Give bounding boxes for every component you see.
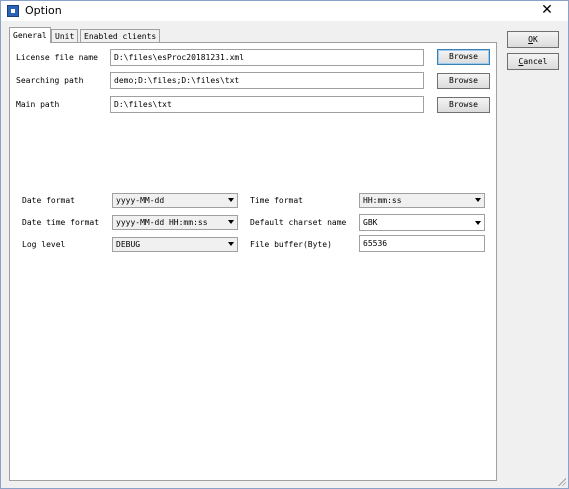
date-format-label: Date format <box>22 196 75 205</box>
title-bar: Option ✕ <box>1 1 568 21</box>
datetime-format-label: Date time format <box>22 218 100 227</box>
searching-path-input[interactable]: demo;D:\files;D:\files\txt <box>110 72 424 89</box>
time-format-value: HH:mm:ss <box>363 196 402 205</box>
date-format-value: yyyy-MM-dd <box>116 196 165 205</box>
chevron-down-icon <box>228 198 234 202</box>
log-level-label: Log level <box>22 240 66 249</box>
chevron-down-icon <box>228 220 234 224</box>
log-level-value: DEBUG <box>116 240 141 249</box>
time-format-label: Time format <box>250 196 303 205</box>
resize-grip[interactable] <box>556 476 566 486</box>
charset-value: GBK <box>363 218 378 227</box>
time-format-select[interactable]: HH:mm:ss <box>359 193 485 208</box>
chevron-down-icon <box>475 198 481 202</box>
close-icon[interactable]: ✕ <box>537 1 557 19</box>
ok-button[interactable]: OK <box>507 31 559 48</box>
main-browse-button[interactable]: Browse <box>437 97 490 113</box>
license-file-input[interactable]: D:\files\esProc20181231.xml <box>110 49 424 66</box>
file-buffer-label: File buffer(Byte) <box>250 240 332 249</box>
charset-label: Default charset name <box>250 218 347 227</box>
tab-unit[interactable]: Unit <box>51 29 79 43</box>
main-path-input[interactable]: D:\files\txt <box>110 96 424 113</box>
license-browse-button[interactable]: Browse <box>437 49 490 65</box>
cancel-button[interactable]: Cancel <box>507 53 559 70</box>
main-path-label: Main path <box>16 100 60 109</box>
tab-enabled-clients[interactable]: Enabled clients <box>80 29 161 43</box>
log-level-select[interactable]: DEBUG <box>112 237 238 252</box>
license-file-label: License file name <box>16 53 98 62</box>
charset-select[interactable]: GBK <box>359 214 485 231</box>
searching-path-label: Searching path <box>16 76 84 85</box>
date-format-select[interactable]: yyyy-MM-dd <box>112 193 238 208</box>
tab-general[interactable]: General <box>9 27 51 43</box>
chevron-down-icon <box>475 221 481 225</box>
chevron-down-icon <box>228 242 234 246</box>
window-title: Option <box>25 4 62 17</box>
searching-browse-button[interactable]: Browse <box>437 73 490 89</box>
datetime-format-select[interactable]: yyyy-MM-dd HH:mm:ss <box>112 215 238 230</box>
option-dialog: Option ✕ General Unit Enabled clients Li… <box>0 0 569 489</box>
general-panel: License file name D:\files\esProc2018123… <box>9 42 497 481</box>
file-buffer-input[interactable]: 65536 <box>359 235 485 252</box>
cancel-label: ancel <box>523 57 548 66</box>
app-icon <box>7 5 19 17</box>
ok-label: K <box>533 35 538 44</box>
datetime-format-value: yyyy-MM-dd HH:mm:ss <box>116 218 208 227</box>
